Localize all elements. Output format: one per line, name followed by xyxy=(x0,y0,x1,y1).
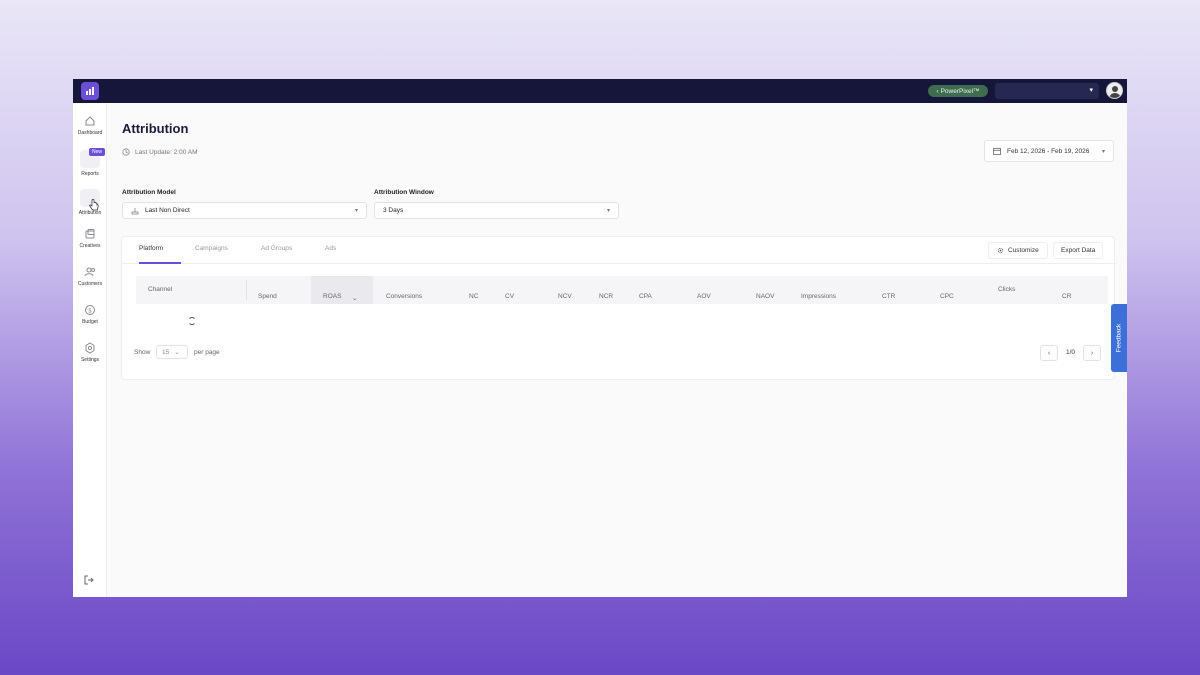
date-range-text: Feb 12, 2026 - Feb 19, 2026 xyxy=(1007,147,1090,155)
gear-icon xyxy=(997,247,1004,254)
col-ncv[interactable]: NCV xyxy=(558,293,572,300)
col-cpa[interactable]: CPA xyxy=(639,293,652,300)
app-window: ‹ PowerPixel™ ▾ Dashboard New Reports At… xyxy=(73,79,1127,597)
col-cr[interactable]: CR xyxy=(1062,293,1071,300)
tab-campaigns[interactable]: Campaigns xyxy=(195,245,228,252)
new-badge: New xyxy=(89,148,106,156)
sidebar-item-reports[interactable]: New Reports xyxy=(73,148,107,177)
sidebar: Dashboard New Reports Attribution Creati… xyxy=(73,103,107,597)
column-divider xyxy=(246,280,247,300)
sidebar-item-creatives[interactable]: Creatives xyxy=(73,228,107,249)
page-indicator: 1/0 xyxy=(1066,349,1076,356)
show-label: Show xyxy=(134,349,151,356)
chevron-left-icon: ‹ xyxy=(936,87,939,95)
attribution-window-label: Attribution Window xyxy=(374,189,434,196)
next-page-button[interactable]: › xyxy=(1083,345,1101,361)
date-range-picker[interactable]: Feb 12, 2026 - Feb 19, 2026 ▾ xyxy=(984,140,1114,162)
account-select[interactable]: ▾ xyxy=(995,83,1099,99)
col-ncr[interactable]: NCR xyxy=(599,293,613,300)
export-data-button[interactable]: Export Data xyxy=(1053,242,1104,259)
attribution-window-select[interactable]: 3 Days ▾ xyxy=(374,202,619,219)
calendar-icon xyxy=(993,148,1001,155)
col-ctr[interactable]: CTR xyxy=(882,293,895,300)
chevron-down-icon: ▾ xyxy=(354,208,358,214)
chevron-down-icon: ▾ xyxy=(606,208,610,214)
attribution-table-card: Platform Campaigns Ad Groups Ads Customi… xyxy=(121,236,1116,380)
col-clicks[interactable]: Clicks xyxy=(998,286,1015,293)
customize-button[interactable]: Customize xyxy=(988,242,1048,259)
col-channel[interactable]: Channel xyxy=(148,286,172,293)
col-spend[interactable]: Spend xyxy=(258,293,277,300)
tab-ad-groups[interactable]: Ad Groups xyxy=(261,245,292,252)
powerpixel-pill[interactable]: ‹ PowerPixel™ xyxy=(928,85,988,97)
customize-label: Customize xyxy=(1008,247,1039,254)
sidebar-item-dashboard[interactable]: Dashboard xyxy=(73,115,107,136)
attribution-window-value: 3 Days xyxy=(383,207,404,214)
sort-desc-icon[interactable]: ⌄ xyxy=(352,294,357,302)
sidebar-item-settings[interactable]: Settings xyxy=(73,342,107,363)
loading-spinner-icon xyxy=(188,317,196,325)
table-header: Channel Spend ROAS ⌄ Conversions NC CV N… xyxy=(136,276,1108,304)
model-icon xyxy=(131,207,139,214)
roas-sorted-column xyxy=(311,276,373,304)
col-roas[interactable]: ROAS xyxy=(323,293,341,300)
chevron-down-icon: ▾ xyxy=(1089,87,1093,94)
main-content: Attribution Last Update: 2:00 AM Feb 12,… xyxy=(107,103,1127,597)
logout-icon[interactable] xyxy=(84,575,94,585)
attribution-model-label: Attribution Model xyxy=(122,189,176,196)
settings-icon xyxy=(85,342,95,354)
history-icon xyxy=(122,148,130,156)
sidebar-item-budget[interactable]: $ Budget xyxy=(73,304,107,325)
col-cv[interactable]: CV xyxy=(505,293,514,300)
feedback-label: Feedback xyxy=(1115,323,1123,353)
powerpixel-label: PowerPixel™ xyxy=(940,87,980,95)
attribution-model-select[interactable]: Last Non Direct ▾ xyxy=(122,202,367,219)
col-impressions[interactable]: Impressions xyxy=(801,293,836,300)
sidebar-item-label: Reports xyxy=(81,171,99,177)
sidebar-item-label: Settings xyxy=(80,357,100,363)
hand-cursor-icon xyxy=(89,199,99,211)
sidebar-item-label: Budget xyxy=(82,319,98,325)
sidebar-item-customers[interactable]: Customers xyxy=(73,266,107,287)
prev-page-button[interactable]: ‹ xyxy=(1040,345,1058,361)
chevron-down-icon: ▾ xyxy=(1101,148,1105,155)
col-aov[interactable]: AOV xyxy=(697,293,711,300)
tab-ads[interactable]: Ads xyxy=(325,245,336,252)
sidebar-item-label: Customers xyxy=(77,281,103,287)
sidebar-item-label: Dashboard xyxy=(77,130,103,136)
feedback-tab[interactable]: Feedback xyxy=(1111,304,1127,372)
logo-bars-icon xyxy=(86,87,94,95)
chevron-down-icon: ⌄ xyxy=(174,349,180,356)
col-conversions[interactable]: Conversions xyxy=(386,293,422,300)
page-title: Attribution xyxy=(122,121,189,136)
home-icon xyxy=(85,116,95,126)
top-bar: ‹ PowerPixel™ ▾ xyxy=(73,79,1127,103)
avatar[interactable] xyxy=(1106,82,1123,99)
attribution-model-value: Last Non Direct xyxy=(145,207,190,214)
creatives-icon xyxy=(85,229,95,239)
app-logo[interactable] xyxy=(81,82,99,100)
active-tab-indicator xyxy=(139,262,181,264)
per-page-value: 15 xyxy=(162,348,170,356)
last-update: Last Update: 2:00 AM xyxy=(122,148,198,156)
per-page-label: per page xyxy=(194,349,220,356)
customers-icon xyxy=(84,267,95,277)
pagination: Show 15 ⌄ per page ‹ 1/0 › xyxy=(134,345,1104,361)
col-naov[interactable]: NAOV xyxy=(756,293,774,300)
tab-platform[interactable]: Platform xyxy=(139,245,163,252)
sidebar-item-label: Creatives xyxy=(79,243,101,249)
last-update-text: Last Update: 2:00 AM xyxy=(135,148,198,156)
svg-text:$: $ xyxy=(88,308,92,315)
col-cpc[interactable]: CPC xyxy=(940,293,954,300)
budget-icon: $ xyxy=(85,305,95,315)
tab-bar: Platform Campaigns Ad Groups Ads Customi… xyxy=(122,237,1116,264)
per-page-select[interactable]: 15 ⌄ xyxy=(156,345,188,359)
col-nc[interactable]: NC xyxy=(469,293,478,300)
